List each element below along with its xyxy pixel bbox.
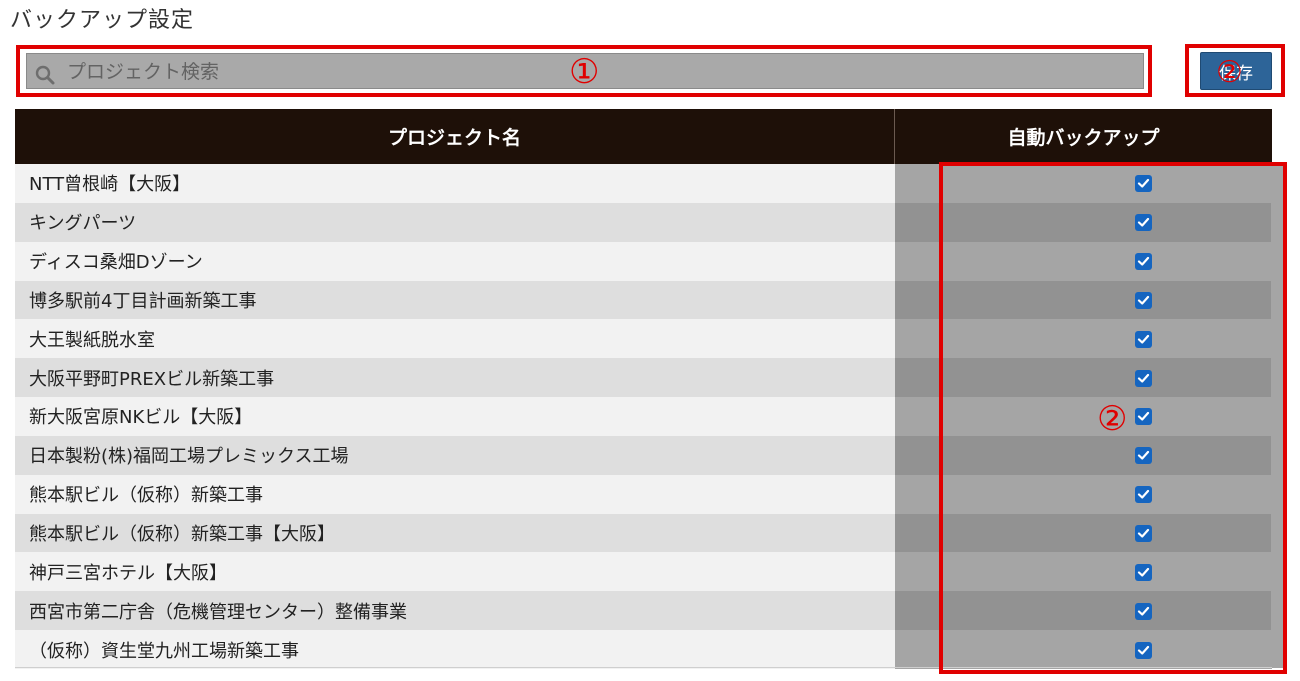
table-row: 大阪平野町PREXビル新築工事 bbox=[15, 358, 1272, 398]
project-name-cell: NTT曾根崎【大阪】 bbox=[15, 164, 895, 203]
auto-backup-checkbox[interactable] bbox=[1134, 175, 1152, 193]
project-name-cell: ディスコ桑畑Dゾーン bbox=[15, 241, 895, 281]
checkmark-icon bbox=[1137, 295, 1149, 305]
checkmark-icon bbox=[1137, 412, 1149, 422]
table-row: 熊本駅ビル（仮称）新築工事【大阪】 bbox=[15, 513, 1272, 553]
checkmark-icon bbox=[1137, 179, 1149, 189]
auto-backup-cell bbox=[894, 241, 1272, 281]
checkmark-icon bbox=[1137, 567, 1149, 577]
auto-backup-checkbox[interactable] bbox=[1134, 641, 1152, 659]
table-bottom-divider bbox=[15, 667, 1272, 668]
table-row: 熊本駅ビル（仮称）新築工事 bbox=[15, 474, 1272, 514]
project-table: プロジェクト名 自動バックアップ NTT曾根崎【大阪】 キングパーツ ディスコ桑畑D… bbox=[15, 109, 1272, 669]
auto-backup-cell bbox=[894, 202, 1272, 242]
project-name-cell: 博多駅前4丁目計画新築工事 bbox=[15, 280, 895, 320]
checkmark-icon bbox=[1137, 334, 1149, 344]
table-header-row: プロジェクト名 自動バックアップ bbox=[15, 109, 1272, 164]
auto-backup-checkbox[interactable] bbox=[1134, 330, 1152, 348]
auto-backup-cell bbox=[894, 319, 1272, 359]
table-row: 大王製紙脱水室 bbox=[15, 319, 1272, 359]
auto-backup-cell bbox=[894, 474, 1272, 514]
save-button-frame: 保存 bbox=[1185, 44, 1285, 97]
search-icon bbox=[35, 65, 55, 85]
auto-backup-checkbox[interactable] bbox=[1134, 602, 1152, 620]
search-input[interactable] bbox=[65, 54, 1143, 90]
auto-backup-cell bbox=[894, 397, 1272, 436]
auto-backup-cell bbox=[894, 435, 1272, 475]
search-bar bbox=[16, 45, 1152, 97]
auto-backup-checkbox[interactable] bbox=[1134, 447, 1152, 465]
project-name-cell: 大王製紙脱水室 bbox=[15, 319, 895, 359]
column-header-auto-backup: 自動バックアップ bbox=[894, 109, 1272, 164]
table-row: 博多駅前4丁目計画新築工事 bbox=[15, 280, 1272, 320]
auto-backup-cell bbox=[894, 513, 1272, 553]
table-row: NTT曾根崎【大阪】 bbox=[15, 164, 1272, 203]
project-name-cell: キングパーツ bbox=[15, 202, 895, 242]
auto-backup-checkbox[interactable] bbox=[1134, 214, 1152, 232]
auto-backup-cell bbox=[894, 630, 1272, 669]
table-row: 神戸三宮ホテル【大阪】 bbox=[15, 552, 1272, 592]
table-row: （仮称）資生堂九州工場新築工事 bbox=[15, 630, 1272, 669]
project-name-cell: 大阪平野町PREXビル新築工事 bbox=[15, 358, 895, 398]
auto-backup-cell bbox=[894, 591, 1272, 631]
auto-backup-checkbox[interactable] bbox=[1134, 525, 1152, 543]
table-row: 西宮市第二庁舎（危機管理センター）整備事業 bbox=[15, 591, 1272, 631]
checkmark-icon bbox=[1137, 218, 1149, 227]
auto-backup-cell bbox=[894, 164, 1272, 203]
page-title: バックアップ設定 bbox=[10, 8, 195, 33]
checkmark-icon bbox=[1137, 451, 1149, 460]
auto-backup-checkbox[interactable] bbox=[1134, 369, 1152, 387]
auto-backup-checkbox[interactable] bbox=[1134, 563, 1152, 581]
checkmark-icon bbox=[1137, 490, 1149, 499]
table-row: ディスコ桑畑Dゾーン bbox=[15, 241, 1272, 281]
auto-backup-cell bbox=[894, 552, 1272, 592]
auto-backup-cell bbox=[894, 358, 1272, 398]
checkmark-icon bbox=[1137, 645, 1149, 655]
project-name-cell: 西宮市第二庁舎（危機管理センター）整備事業 bbox=[15, 591, 895, 631]
checkmark-icon bbox=[1137, 606, 1149, 616]
scroll-strip bbox=[1271, 165, 1283, 668]
project-name-cell: 熊本駅ビル（仮称）新築工事 bbox=[15, 474, 895, 514]
auto-backup-checkbox[interactable] bbox=[1134, 253, 1152, 271]
project-name-cell: （仮称）資生堂九州工場新築工事 bbox=[15, 630, 895, 669]
save-button[interactable]: 保存 bbox=[1200, 52, 1272, 90]
search-field[interactable] bbox=[26, 53, 1144, 90]
checkmark-icon bbox=[1137, 257, 1149, 266]
table-row: キングパーツ bbox=[15, 202, 1272, 242]
auto-backup-checkbox[interactable] bbox=[1134, 486, 1152, 504]
column-header-project-name: プロジェクト名 bbox=[15, 109, 895, 164]
auto-backup-checkbox[interactable] bbox=[1134, 291, 1152, 309]
auto-backup-cell bbox=[894, 280, 1272, 320]
project-name-cell: 新大阪宮原NKビル【大阪】 bbox=[15, 397, 895, 436]
auto-backup-checkbox[interactable] bbox=[1134, 408, 1152, 426]
checkmark-icon bbox=[1137, 528, 1149, 538]
project-name-cell: 日本製粉(株)福岡工場プレミックス工場 bbox=[15, 435, 895, 475]
table-row: 日本製粉(株)福岡工場プレミックス工場 bbox=[15, 435, 1272, 475]
table-row: 新大阪宮原NKビル【大阪】 bbox=[15, 397, 1272, 436]
project-name-cell: 神戸三宮ホテル【大阪】 bbox=[15, 552, 895, 592]
checkmark-icon bbox=[1137, 373, 1149, 383]
project-name-cell: 熊本駅ビル（仮称）新築工事【大阪】 bbox=[15, 513, 895, 553]
